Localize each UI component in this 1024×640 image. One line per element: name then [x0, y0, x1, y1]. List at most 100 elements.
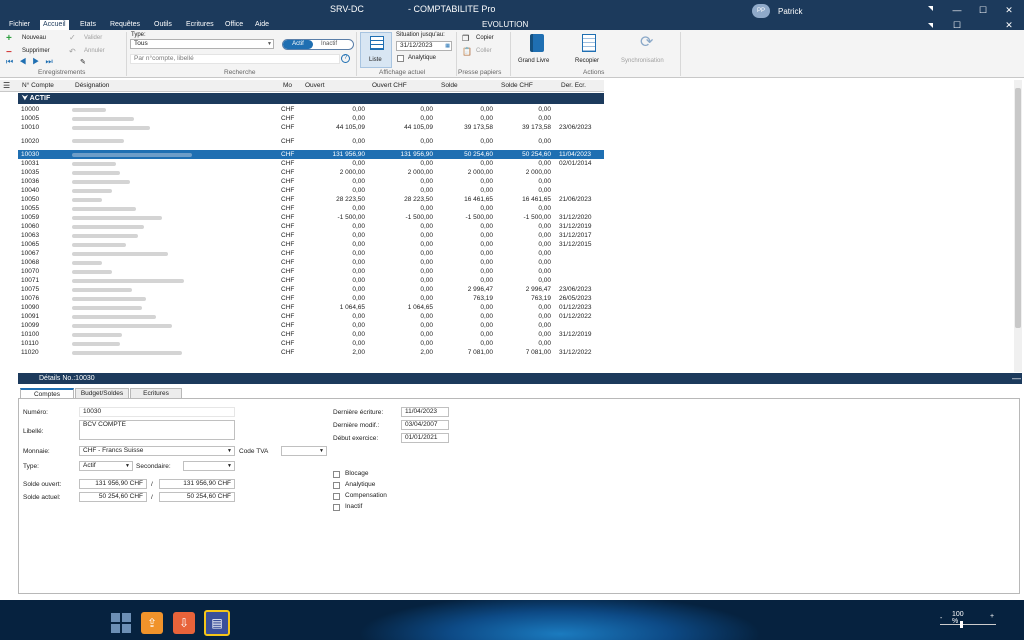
vertical-scrollbar[interactable]: [1014, 80, 1022, 372]
table-row[interactable]: 10059 CHF -1 500,00 -1 500,00 -1 500,00 -1 50…: [18, 213, 604, 222]
column-chooser-icon[interactable]: ☰: [3, 80, 10, 92]
derniere-modif-field[interactable]: 03/04/2007: [401, 420, 449, 430]
table-row[interactable]: 10075 CHF 0,00 0,00 2 996,47 2 996,47 23/06/20…: [18, 285, 604, 294]
edit-icon[interactable]: ✎: [80, 58, 86, 66]
compensation-checkbox[interactable]: [333, 493, 340, 500]
secondaire-select[interactable]: ▼: [183, 461, 235, 471]
monnaie-select[interactable]: CHF - Francs Suisse ▼: [79, 446, 235, 456]
solde-actuel-field[interactable]: 50 254,60 CHF: [79, 492, 147, 502]
table-row[interactable]: 10036 CHF 0,00 0,00 0,00 0,00: [18, 177, 604, 186]
menu-office[interactable]: Office: [222, 20, 246, 30]
calendar-icon[interactable]: ▦: [445, 42, 450, 50]
col-ouvert[interactable]: Ouvert: [305, 80, 325, 92]
user-menu[interactable]: PP Patrick: [752, 4, 802, 18]
menu-aide[interactable]: Aide: [252, 20, 272, 30]
liste-button[interactable]: Liste: [360, 32, 392, 68]
zoom-slider-track[interactable]: [940, 624, 996, 625]
inactif-checkbox[interactable]: [333, 504, 340, 511]
nav-arrows-icon[interactable]: ⏮◀▶⏭: [6, 57, 59, 67]
table-row[interactable]: 10076 CHF 0,00 0,00 763,19 763,19 26/05/2023: [18, 294, 604, 303]
supprimer-button[interactable]: Supprimer: [22, 48, 50, 54]
numero-field[interactable]: 10030: [79, 407, 235, 417]
table-row[interactable]: 10050 CHF 28 223,50 28 223,50 16 461,65 16 46…: [18, 195, 604, 204]
app-active-icon[interactable]: ▤: [204, 610, 230, 636]
zoom-plus[interactable]: +: [990, 613, 994, 620]
collapse-icon[interactable]: —: [1012, 373, 1021, 384]
table-row[interactable]: 10005 CHF 0,00 0,00 0,00 0,00: [18, 114, 604, 123]
group-row-actif[interactable]: ⮟ ACTIF: [18, 93, 604, 104]
table-row[interactable]: 10060 CHF 0,00 0,00 0,00 0,00 31/12/2019: [18, 222, 604, 231]
upload-icon[interactable]: ⇪: [141, 612, 163, 634]
col-solde-chf[interactable]: Solde CHF: [501, 80, 533, 92]
table-row[interactable]: 10055 CHF 0,00 0,00 0,00 0,00: [18, 204, 604, 213]
table-row[interactable]: 10010 CHF 44 105,09 44 105,09 39 173,58 39 17…: [18, 123, 604, 132]
grand-livre-button[interactable]: Grand Livre: [514, 34, 560, 68]
derniere-ecriture-field[interactable]: 11/04/2023: [401, 407, 449, 417]
col-monnaie[interactable]: Mo: [283, 80, 292, 92]
coller-button[interactable]: Coller: [476, 48, 492, 54]
table-row[interactable]: 11020 CHF 2,00 2,00 7 081,00 7 081,00 31/12/20…: [18, 348, 604, 357]
col-numero[interactable]: N° Compte: [22, 80, 54, 92]
menu-fichier[interactable]: Fichier: [6, 20, 33, 30]
col-solde[interactable]: Solde: [441, 80, 458, 92]
type-select[interactable]: Tous ▼: [130, 39, 274, 49]
menu-etats[interactable]: Etats: [77, 20, 99, 30]
table-row[interactable]: 10063 CHF 0,00 0,00 0,00 0,00 31/12/2017: [18, 231, 604, 240]
table-row[interactable]: 10071 CHF 0,00 0,00 0,00 0,00: [18, 276, 604, 285]
table-row[interactable]: 10030 CHF 131 956,90 131 956,90 50 254,60 50 …: [18, 150, 604, 159]
download-icon[interactable]: ⇩: [173, 612, 195, 634]
toggle-actif[interactable]: Actif: [283, 40, 313, 49]
solde-ouvert-field[interactable]: 131 956,90 CHF: [79, 479, 147, 489]
blocage-checkbox[interactable]: [333, 471, 340, 478]
actif-toggle[interactable]: Actif Inactif: [282, 39, 354, 50]
table-row[interactable]: 10067 CHF 0,00 0,00 0,00 0,00: [18, 249, 604, 258]
valider-button[interactable]: Valider: [84, 35, 102, 41]
zoom-slider-thumb[interactable]: [960, 621, 963, 628]
tab-budget-soldes[interactable]: Budget/Soldes: [75, 388, 129, 398]
situation-date-field[interactable]: 31/12/2023 ▦: [396, 41, 452, 51]
close-icon[interactable]: ✕: [1002, 3, 1016, 17]
annuler-button[interactable]: Annuler: [84, 48, 105, 54]
col-der-ecr[interactable]: Der. Ecr.: [561, 80, 586, 92]
help-icon[interactable]: ?: [341, 54, 350, 63]
table-row[interactable]: 10099 CHF 0,00 0,00 0,00 0,00: [18, 321, 604, 330]
table-row[interactable]: 10031 CHF 0,00 0,00 0,00 0,00 02/01/2014: [18, 159, 604, 168]
grid-apps-icon[interactable]: [110, 612, 132, 634]
menu-outils[interactable]: Outils: [151, 20, 175, 30]
search-input[interactable]: Par n°compte, libellé: [130, 54, 340, 64]
table-row[interactable]: 10020 CHF 0,00 0,00 0,00 0,00: [18, 132, 604, 150]
nouveau-button[interactable]: Nouveau: [22, 35, 46, 41]
menu-accueil[interactable]: Accueil: [40, 20, 69, 30]
table-row[interactable]: 10100 CHF 0,00 0,00 0,00 0,00 31/12/2019: [18, 330, 604, 339]
scroll-thumb[interactable]: [1015, 88, 1021, 328]
minimize-icon[interactable]: —: [950, 3, 964, 17]
table-row[interactable]: 10040 CHF 0,00 0,00 0,00 0,00: [18, 186, 604, 195]
table-row[interactable]: 10065 CHF 0,00 0,00 0,00 0,00 31/12/2015: [18, 240, 604, 249]
tab-comptes[interactable]: Comptes: [20, 388, 74, 398]
zoom-minus[interactable]: -: [940, 615, 942, 622]
table-row[interactable]: 10070 CHF 0,00 0,00 0,00 0,00: [18, 267, 604, 276]
libelle-field[interactable]: BCV COMPTE: [79, 420, 235, 440]
table-row[interactable]: 10035 CHF 2 000,00 2 000,00 2 000,00 2 000,00: [18, 168, 604, 177]
menu-ecritures[interactable]: Ecritures: [183, 20, 217, 30]
col-ouvert-chf[interactable]: Ouvert CHF: [372, 80, 407, 92]
debut-exercice-field[interactable]: 01/01/2021: [401, 433, 449, 443]
tab-ecritures[interactable]: Ecritures: [130, 388, 182, 398]
toggle-inactif[interactable]: Inactif: [321, 40, 337, 49]
synchronisation-button[interactable]: ⟳ Synchronisation: [620, 34, 676, 68]
analytique-checkbox[interactable]: [333, 482, 340, 489]
code-tva-select[interactable]: ▼: [281, 446, 327, 456]
menu-requetes[interactable]: Requêtes: [107, 20, 143, 30]
copier-button[interactable]: Copier: [476, 35, 494, 41]
table-row[interactable]: 10091 CHF 0,00 0,00 0,00 0,00 01/12/2022: [18, 312, 604, 321]
solde-ouvert-chf-field[interactable]: 131 956,90 CHF: [159, 479, 235, 489]
col-designation[interactable]: Désignation: [75, 80, 109, 92]
type-select[interactable]: Actif ▼: [79, 461, 133, 471]
table-row[interactable]: 10000 CHF 0,00 0,00 0,00 0,00: [18, 105, 604, 114]
maximize-icon[interactable]: ☐: [976, 3, 990, 17]
analytique-checkbox[interactable]: [397, 55, 404, 62]
chevron-down-icon[interactable]: ⮟: [22, 95, 30, 102]
table-row[interactable]: 10068 CHF 0,00 0,00 0,00 0,00: [18, 258, 604, 267]
solde-actuel-chf-field[interactable]: 50 254,60 CHF: [159, 492, 235, 502]
table-row[interactable]: 10110 CHF 0,00 0,00 0,00 0,00: [18, 339, 604, 348]
